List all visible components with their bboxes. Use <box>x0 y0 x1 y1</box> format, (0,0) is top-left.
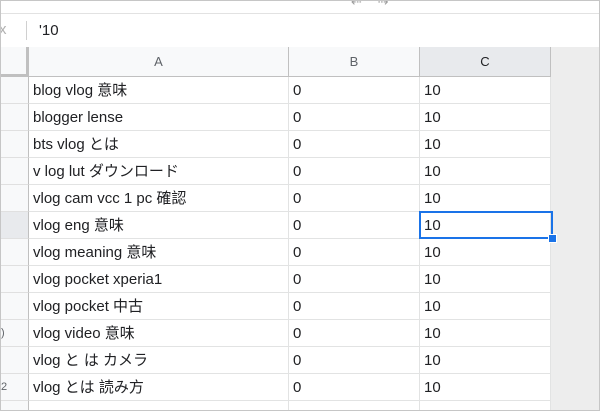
cell-c[interactable]: 10 <box>420 158 551 185</box>
cell-b[interactable]: 0 <box>289 77 420 104</box>
row-header[interactable] <box>1 104 29 131</box>
row-header[interactable] <box>1 347 29 374</box>
cell-a[interactable]: vlog video 意味 <box>29 320 289 347</box>
undo-redo-arrows-icon[interactable]: ⇠ ⇢ <box>351 1 394 10</box>
cell-c[interactable]: 10 <box>420 212 551 239</box>
row-header[interactable] <box>1 293 29 320</box>
cell-c[interactable]: 10 <box>420 347 551 374</box>
cell-b[interactable]: 0 <box>289 104 420 131</box>
cell-a[interactable]: blogger lense <box>29 104 289 131</box>
cell-c[interactable]: 10 <box>420 266 551 293</box>
cell-a[interactable]: bts vlog とは <box>29 131 289 158</box>
column-header-c[interactable]: C <box>420 47 551 77</box>
cell-c[interactable]: 10 <box>420 77 551 104</box>
cell-b[interactable]: 0 <box>289 320 420 347</box>
toolbar-strip: ⇠ ⇢ <box>1 1 599 13</box>
fill-handle[interactable] <box>548 234 557 243</box>
cell-b[interactable]: 0 <box>289 239 420 266</box>
cell-a[interactable]: vlog eng 意味 <box>29 212 289 239</box>
cell-c[interactable] <box>420 401 551 410</box>
formula-bar-divider <box>26 21 27 40</box>
cell-c[interactable]: 10 <box>420 131 551 158</box>
select-all-corner[interactable] <box>1 47 29 77</box>
cell-b[interactable]: 0 <box>289 266 420 293</box>
cell-a[interactable]: vlog と は カメラ <box>29 347 289 374</box>
formula-input[interactable]: '10 <box>39 22 59 39</box>
row-header[interactable] <box>1 266 29 293</box>
cell-b[interactable]: 0 <box>289 347 420 374</box>
column-header-b[interactable]: B <box>289 47 420 77</box>
cell-a[interactable] <box>29 401 289 410</box>
row-header[interactable] <box>1 131 29 158</box>
sheet-margin <box>551 47 599 410</box>
cell-b[interactable]: 0 <box>289 293 420 320</box>
column-header-a[interactable]: A <box>29 47 289 77</box>
cell-b[interactable]: 0 <box>289 212 420 239</box>
cell-b[interactable] <box>289 401 420 410</box>
cell-a[interactable]: vlog cam vcc 1 pc 確認 <box>29 185 289 212</box>
row-header[interactable] <box>1 401 29 410</box>
row-header[interactable] <box>1 158 29 185</box>
spreadsheet-window: ⇠ ⇢ x '10 A B C blog vlog 意味010blogger l… <box>0 0 600 411</box>
cell-c[interactable]: 10 <box>420 374 551 401</box>
row-header[interactable] <box>1 212 29 239</box>
row-header[interactable] <box>1 77 29 104</box>
cell-a[interactable]: blog vlog 意味 <box>29 77 289 104</box>
cell-b[interactable]: 0 <box>289 185 420 212</box>
cell-b[interactable]: 0 <box>289 158 420 185</box>
cell-c[interactable]: 10 <box>420 104 551 131</box>
formula-bar: x '10 <box>1 13 599 48</box>
row-header[interactable] <box>1 185 29 212</box>
cell-a[interactable]: vlog meaning 意味 <box>29 239 289 266</box>
cell-b[interactable]: 0 <box>289 374 420 401</box>
cell-c[interactable]: 10 <box>420 320 551 347</box>
cell-a[interactable]: v log lut ダウンロード <box>29 158 289 185</box>
row-header[interactable]: ) <box>1 320 29 347</box>
row-header[interactable]: 2 <box>1 374 29 401</box>
cell-c[interactable]: 10 <box>420 293 551 320</box>
cell-b[interactable]: 0 <box>289 131 420 158</box>
fx-icon: x <box>1 21 7 38</box>
row-header[interactable] <box>1 239 29 266</box>
cell-c[interactable]: 10 <box>420 239 551 266</box>
cell-a[interactable]: vlog とは 読み方 <box>29 374 289 401</box>
cell-c[interactable]: 10 <box>420 185 551 212</box>
cell-a[interactable]: vlog pocket xperia1 <box>29 266 289 293</box>
cell-a[interactable]: vlog pocket 中古 <box>29 293 289 320</box>
